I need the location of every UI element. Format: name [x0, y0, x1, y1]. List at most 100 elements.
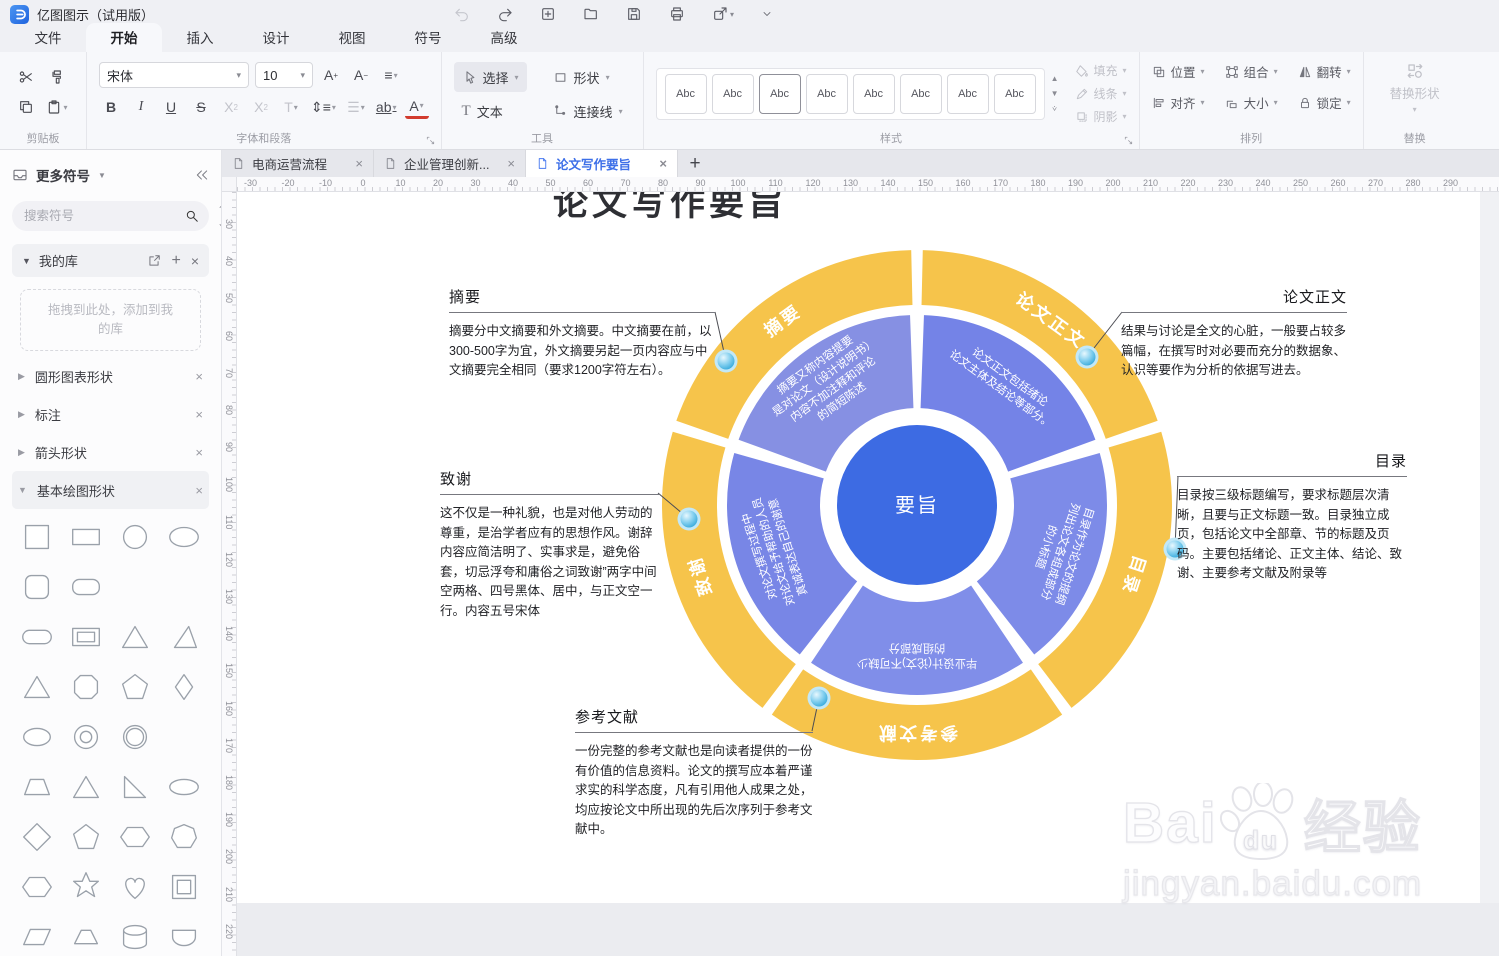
my-library-header[interactable]: ▼ 我的库 + × [12, 244, 209, 277]
menu-tab-符号[interactable]: 符号 [390, 23, 466, 52]
shape-pentagon[interactable] [64, 817, 108, 857]
shape-hexagon[interactable] [15, 867, 59, 907]
subscript-button[interactable]: X2 [249, 95, 273, 119]
style-preset-2[interactable]: Abc [711, 73, 754, 114]
style-preset-6[interactable]: Abc [899, 73, 942, 114]
cut-button[interactable] [14, 65, 38, 89]
underline-button[interactable]: U [159, 95, 183, 119]
shape-trapezoid-narrow[interactable] [64, 917, 108, 956]
flip-button[interactable]: 翻转 ▾ [1298, 62, 1351, 81]
print-button[interactable] [669, 6, 685, 22]
shape-rounded-rect[interactable] [64, 567, 108, 607]
shape-triangle[interactable] [64, 767, 108, 807]
new-button[interactable] [540, 6, 556, 22]
align-button[interactable]: ≡ ▾ [379, 63, 403, 87]
shape-hexagon[interactable] [113, 817, 157, 857]
tab-close-icon[interactable]: × [507, 156, 515, 171]
open-button[interactable] [583, 6, 599, 22]
callout-dot-致谢[interactable] [680, 510, 698, 528]
shape-oval-wide[interactable] [162, 767, 206, 807]
section-close-icon[interactable]: × [195, 445, 203, 460]
shape-acute-triangle[interactable] [162, 617, 206, 657]
menu-tab-插入[interactable]: 插入 [162, 23, 238, 52]
shape-right-triangle[interactable] [113, 767, 157, 807]
style-gallery-more-icon[interactable]: ⩒ [1051, 104, 1059, 114]
redo-button[interactable] [497, 6, 513, 22]
shape-stadium[interactable] [15, 617, 59, 657]
library-drop-zone[interactable]: 拖拽到此处，添加到我的库 [20, 289, 201, 351]
undo-button[interactable] [454, 6, 470, 22]
style-preset-1[interactable]: Abc [664, 73, 707, 114]
shape-pentagon[interactable] [113, 667, 157, 707]
caret-down-icon[interactable]: ▼ [18, 485, 27, 495]
fill-button[interactable]: 填充 ▾ [1075, 62, 1127, 79]
more-symbols-button[interactable]: 更多符号 [36, 165, 90, 185]
menu-tab-设计[interactable]: 设计 [238, 23, 314, 52]
position-button[interactable]: 位置 ▾ [1152, 62, 1205, 81]
style-preset-3[interactable]: Abc [758, 73, 801, 114]
shape-star[interactable] [64, 867, 108, 907]
style-preset-7[interactable]: Abc [946, 73, 989, 114]
callout-dot-论文正文[interactable] [1078, 348, 1096, 366]
document-tab-电商运营流程[interactable]: 电商运营流程 × [222, 150, 374, 177]
shape-rounded-square[interactable] [15, 567, 59, 607]
group-button[interactable]: 组合 ▾ [1225, 62, 1278, 81]
align-button[interactable]: 对齐 ▾ [1152, 93, 1205, 112]
library-export-icon[interactable] [147, 254, 161, 268]
sidebar-section-圆形图表形状[interactable]: ▶ 圆形图表形状 × [12, 357, 209, 395]
highlight-button[interactable]: ab ▾ [374, 95, 399, 119]
italic-button[interactable]: I [129, 95, 153, 119]
sidebar-collapse-icon[interactable] [195, 168, 209, 182]
menu-tab-开始[interactable]: 开始 [86, 23, 162, 52]
shape-trapezoid[interactable] [15, 767, 59, 807]
caret-right-icon[interactable]: ▶ [18, 409, 25, 420]
sidebar-section-基本绘图形状[interactable]: ▼ 基本绘图形状 × [12, 471, 209, 509]
menu-tab-高级[interactable]: 高级 [466, 23, 542, 52]
save-button[interactable] [626, 6, 642, 22]
replace-shape-button[interactable]: 替换形状 ▾ [1376, 62, 1454, 114]
library-add-icon[interactable]: + [171, 252, 180, 270]
new-document-tab-button[interactable]: + [678, 150, 712, 177]
collapse-toolbar-button[interactable] [761, 8, 773, 20]
shape-ellipse[interactable] [162, 517, 206, 557]
shape-cylinder[interactable] [113, 917, 157, 956]
share-button[interactable]: ▾ [712, 6, 734, 22]
shape-circle[interactable] [113, 517, 157, 557]
my-library-caret-icon[interactable]: ▼ [22, 256, 31, 266]
strikethrough-button[interactable]: S [189, 95, 213, 119]
shape-frame-rect[interactable] [64, 617, 108, 657]
connector-tool-button[interactable]: 连接线 ▾ [545, 96, 631, 126]
section-close-icon[interactable]: × [195, 483, 203, 498]
callout-dot-摘要[interactable] [717, 352, 735, 370]
size-button[interactable]: 大小 ▾ [1225, 93, 1278, 112]
style-preset-4[interactable]: Abc [805, 73, 848, 114]
symbol-search-input[interactable] [24, 209, 185, 223]
shape-rect[interactable] [64, 517, 108, 557]
shape-octagon[interactable] [64, 667, 108, 707]
font-color-button[interactable]: A ▾ [404, 95, 429, 119]
line-spacing-button[interactable]: ⇕≡ ▾ [309, 95, 338, 119]
lock-button[interactable]: 锁定 ▾ [1298, 93, 1351, 112]
shape-diamond[interactable] [15, 817, 59, 857]
shape-triangle[interactable] [113, 617, 157, 657]
menu-tab-视图[interactable]: 视图 [314, 23, 390, 52]
document-tab-企业管理创新...[interactable]: 企业管理创新... × [374, 150, 526, 177]
font-family-select[interactable]: 宋体 ▾ [99, 62, 249, 88]
library-close-icon[interactable]: × [191, 253, 199, 269]
copy-button[interactable] [14, 95, 38, 119]
bullet-list-button[interactable]: ☰ ▾ [344, 95, 368, 119]
tab-close-icon[interactable]: × [659, 156, 667, 171]
more-symbols-caret-icon[interactable]: ▼ [98, 171, 106, 180]
superscript-button[interactable]: X2 [219, 95, 243, 119]
symbol-search-box[interactable] [12, 201, 209, 231]
pen-button[interactable]: 线条 ▾ [1075, 85, 1127, 102]
style-scroll-up-icon[interactable]: ▲ [1051, 74, 1059, 83]
format-painter-button[interactable] [45, 65, 69, 89]
style-preset-5[interactable]: Abc [852, 73, 895, 114]
shape-donut[interactable] [64, 717, 108, 757]
style-scroll-down-icon[interactable]: ▼ [1051, 89, 1059, 98]
shape-heart[interactable] [113, 867, 157, 907]
decrease-font-button[interactable]: A − [349, 63, 373, 87]
shape-parallelogram[interactable] [15, 917, 59, 956]
sidebar-section-箭头形状[interactable]: ▶ 箭头形状 × [12, 433, 209, 471]
